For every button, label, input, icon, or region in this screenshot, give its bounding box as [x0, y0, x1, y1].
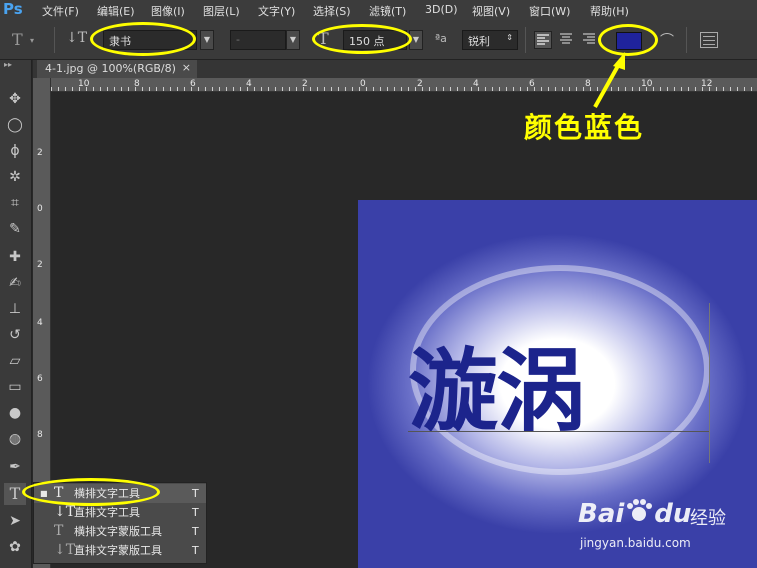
flyout-item-label: 横排文字蒙版工具 — [74, 525, 162, 538]
watermark-suffix: 经验 — [690, 508, 726, 529]
photoshop-logo: Ps — [3, 0, 23, 18]
blur-tool-icon[interactable]: ● — [4, 402, 26, 424]
flyout-item-vertical-type-mask[interactable]: ↓T 直排文字蒙版工具 T — [34, 541, 206, 560]
flyout-item-horizontal-type-mask[interactable]: T 横排文字蒙版工具 T — [34, 522, 206, 541]
baidu-watermark: Bai du 经验 jingyan.baidu.com — [578, 480, 753, 555]
antialias-icon: ªa — [435, 32, 447, 45]
vertical-type-icon: ↓T — [54, 504, 76, 520]
history-brush-tool-icon[interactable]: ↺ — [4, 324, 26, 346]
highlight-ellipse — [90, 22, 196, 56]
pen-tool-icon[interactable]: ✒ — [4, 456, 26, 478]
crop-tool-icon[interactable]: ⌗ — [4, 192, 26, 214]
separator — [54, 27, 55, 53]
close-icon[interactable]: × — [182, 61, 191, 74]
menu-help[interactable]: 帮助(H) — [590, 3, 629, 19]
text-cursor — [709, 303, 710, 463]
paw-icon — [624, 498, 654, 522]
ruler-tick-label: 0 — [37, 204, 43, 214]
flyout-item-label: 直排文字蒙版工具 — [74, 544, 162, 557]
flyout-shortcut: T — [192, 544, 199, 557]
flyout-item-label: 直排文字工具 — [74, 506, 140, 519]
path-selection-tool-icon[interactable]: ➤ — [4, 510, 26, 532]
ruler-tick-label: 2 — [37, 148, 43, 158]
horizontal-type-mask-icon: T — [54, 523, 64, 539]
separator — [686, 27, 687, 53]
document-tab[interactable]: 4-1.jpg @ 100%(RGB/8) × — [37, 60, 197, 78]
align-center-icon — [560, 33, 572, 44]
brush-tool-icon[interactable]: ✍ — [4, 272, 26, 294]
align-right-button[interactable] — [581, 31, 599, 49]
flyout-shortcut: T — [192, 525, 199, 538]
align-center-button[interactable] — [558, 31, 576, 49]
ruler-ticks — [51, 87, 757, 91]
menu-window[interactable]: 窗口(W) — [529, 3, 570, 19]
menu-edit[interactable]: 编辑(E) — [97, 3, 135, 19]
ruler-tick-label: 6 — [37, 374, 43, 384]
sponge-tool-icon[interactable]: ◍ — [4, 428, 26, 450]
type-tool-preset-icon[interactable]: T — [12, 30, 23, 49]
menu-3d[interactable]: 3D(D) — [425, 3, 458, 16]
flyout-shortcut: T — [192, 487, 199, 500]
marquee-tool-icon[interactable]: ◯ — [4, 114, 26, 136]
highlight-ellipse — [312, 24, 412, 54]
chevron-down-icon[interactable]: ▾ — [30, 36, 34, 45]
menu-file[interactable]: 文件(F) — [42, 3, 79, 19]
ruler-tick-label: 8 — [37, 430, 43, 440]
move-tool-icon[interactable]: ✥ — [4, 88, 26, 110]
align-right-icon — [583, 33, 595, 44]
flyout-shortcut: T — [192, 506, 199, 519]
highlight-ellipse — [22, 478, 160, 506]
font-family-dropdown-icon[interactable]: ▼ — [200, 30, 214, 50]
flyout-item-vertical-type[interactable]: ↓T 直排文字工具 T — [34, 503, 206, 522]
text-baseline — [408, 431, 710, 432]
menu-filter[interactable]: 滤镜(T) — [369, 3, 406, 19]
vertical-type-mask-icon: ↓T — [54, 542, 76, 558]
ruler-tick-label: 4 — [37, 318, 43, 328]
document-tab-title: 4-1.jpg @ 100%(RGB/8) — [45, 62, 176, 75]
eraser-tool-icon[interactable]: ▱ — [4, 350, 26, 372]
ruler-tick-label: 2 — [37, 260, 43, 270]
menu-select[interactable]: 选择(S) — [313, 3, 351, 19]
gradient-tool-icon[interactable]: ▭ — [4, 376, 26, 398]
options-bar: T ▾ ↓T 隶书 ▼ - ▼ T 150 点 ▼ ªa 锐利 ⇕ ⌒ — [0, 20, 757, 60]
menu-bar: Ps 文件(F) 编辑(E) 图像(I) 图层(L) 文字(Y) 选择(S) 滤… — [0, 0, 757, 20]
watermark-brand: Bai du — [578, 498, 692, 529]
align-left-icon — [537, 34, 549, 45]
separator — [525, 27, 526, 53]
eyedropper-tool-icon[interactable]: ✎ — [4, 218, 26, 240]
font-style-dropdown-icon[interactable]: ▼ — [286, 30, 300, 50]
antialias-label: 锐利 — [468, 35, 490, 48]
menu-view[interactable]: 视图(V) — [472, 3, 510, 19]
annotation-label: 颜色蓝色 — [524, 111, 645, 144]
panel-collapse-icon[interactable]: ▸▸ — [4, 60, 12, 69]
warp-text-icon[interactable]: ⌒ — [660, 30, 674, 50]
annotation-arrow — [593, 52, 625, 108]
document-text-layer[interactable]: 漩涡 — [408, 318, 586, 448]
chevron-updown-icon: ⇕ — [506, 33, 513, 42]
character-panel-icon[interactable] — [700, 32, 718, 48]
lasso-tool-icon[interactable]: ϕ — [4, 140, 26, 162]
menu-image[interactable]: 图像(I) — [151, 3, 185, 19]
align-left-button[interactable] — [534, 31, 552, 49]
clone-stamp-tool-icon[interactable]: ⊥ — [4, 298, 26, 320]
menu-type[interactable]: 文字(Y) — [258, 3, 295, 19]
healing-brush-tool-icon[interactable]: ✚ — [4, 246, 26, 268]
watermark-url: jingyan.baidu.com — [580, 536, 691, 550]
custom-shape-tool-icon[interactable]: ✿ — [4, 536, 26, 558]
text-orientation-icon[interactable]: ↓T — [66, 30, 87, 46]
horizontal-ruler[interactable]: 10 8 6 4 2 0 2 4 6 8 10 12 — [51, 78, 757, 92]
antialias-select[interactable]: 锐利 ⇕ — [462, 30, 518, 50]
menu-layer[interactable]: 图层(L) — [203, 3, 240, 19]
font-style-field[interactable]: - — [230, 30, 286, 50]
magic-wand-tool-icon[interactable]: ✲ — [4, 166, 26, 188]
